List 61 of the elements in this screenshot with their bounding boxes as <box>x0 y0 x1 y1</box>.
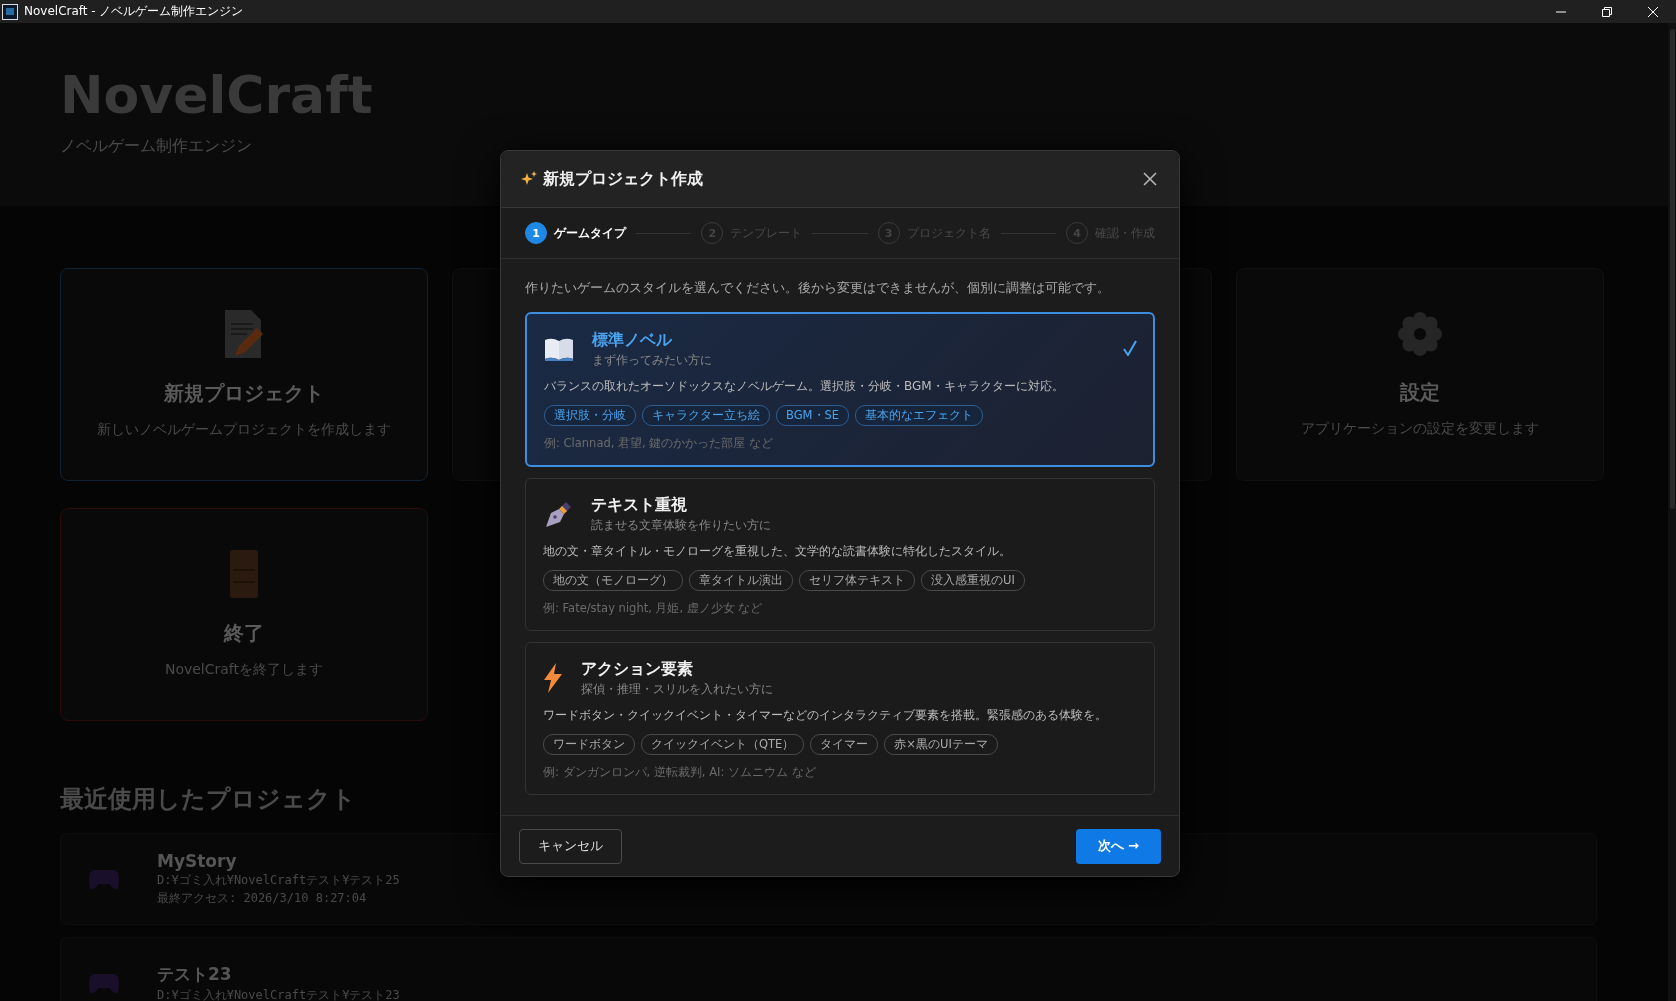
app-subtitle: ノベルゲーム制作エンジン <box>60 136 253 158</box>
examples-text: 例: Fate/stay night, 月姫, 虚ノ少女 など <box>543 601 764 616</box>
type-title: アクション要素 <box>581 659 694 680</box>
card-description: NovelCraftを終了します <box>164 661 324 679</box>
project-name: テスト23 <box>157 962 233 986</box>
feature-tag: セリフ体テキスト <box>799 570 915 591</box>
card-description: 新しいノベルゲームプロジェクトを作成します <box>97 421 391 439</box>
type-description: 地の文・章タイトル・モノローグを重視した、文学的な読書体験に特化したスタイル。 <box>543 543 1012 560</box>
feature-tag: ワードボタン <box>543 734 635 755</box>
card-title: 終了 <box>224 620 264 647</box>
scrollbar-thumb[interactable] <box>1669 29 1675 509</box>
section-heading: 最近使用したプロジェクト <box>60 784 356 815</box>
feature-tag: 地の文（モノローグ） <box>543 570 683 591</box>
type-title: テキスト重視 <box>591 495 688 516</box>
document-pencil-icon <box>223 310 265 358</box>
game-type-card[interactable]: テキスト重視 読ませる文章体験を作りたい方に 地の文・章タイトル・モノローグを重視した、文学的な読書体験に特化したスタイル。 地の文（モノローグ） 章タイトル演出 セリフ体テキスト 没入感重視のUI 例: Fate/stay night, 月姫, 虚ノ少女 など <box>525 478 1155 631</box>
feature-tag: 赤×黒のUIテーマ <box>884 734 998 755</box>
feature-tag: 選択肢・分岐 <box>544 405 636 426</box>
card-title: 設定 <box>1400 379 1440 406</box>
gamepad-icon <box>89 868 119 890</box>
examples-text: 例: ダンガンロンパ, 逆転裁判, AI: ソムニウム など <box>543 765 817 780</box>
feature-tag: 没入感重視のUI <box>921 570 1025 591</box>
sparkles-icon <box>521 171 537 187</box>
feature-tag: 章タイトル演出 <box>689 570 793 591</box>
feature-tag: クイックイベント（QTE） <box>641 734 805 755</box>
last-access: 最終アクセス: 2026/3/10 8:27:04 <box>157 890 368 907</box>
game-type-card[interactable]: アクション要素 探偵・推理・スリルを入れたい方に ワードボタン・クイックイベント・タイマーなどのインタラクティブ要素を搭載。緊張感のある体験を。 ワードボタン クイックイベント（QTE） タイマー 赤×黒のUIテーマ 例: ダンガンロンパ, 逆転裁判, AI: ソムニウム など <box>525 642 1155 795</box>
app-icon <box>2 3 18 20</box>
gamepad-icon <box>89 972 119 994</box>
step-label: ゲームタイプ <box>554 224 626 242</box>
next-button[interactable]: 次へ → <box>1075 828 1161 864</box>
card-title: 新規プロジェクト <box>164 380 324 407</box>
pen-nib-icon <box>543 499 573 529</box>
book-icon <box>544 337 574 361</box>
window-title: NovelCraft - ノベルゲーム制作エンジン <box>24 3 245 20</box>
home-card[interactable]: 終了 NovelCraftを終了します <box>60 508 428 721</box>
close-icon <box>1143 172 1157 186</box>
type-subtitle: 探偵・推理・スリルを入れたい方に <box>581 682 773 697</box>
dialog-title: 新規プロジェクト作成 <box>543 168 704 190</box>
type-description: バランスの取れたオーソドックスなノベルゲーム。選択肢・分岐・BGM・キャラクターに対応。 <box>544 378 1065 395</box>
type-subtitle: 読ませる文章体験を作りたい方に <box>591 518 771 533</box>
gear-icon <box>1397 311 1443 357</box>
feature-tag: 基本的なエフェクト <box>855 405 984 426</box>
type-title: 標準ノベル <box>592 330 673 351</box>
home-card[interactable]: 新規プロジェクト 新しいノベルゲームプロジェクトを作成します <box>60 268 428 481</box>
lightning-icon <box>543 663 563 693</box>
cancel-button[interactable]: キャンセル <box>519 828 622 864</box>
feature-tag: キャラクター立ち絵 <box>642 405 770 426</box>
feature-tag: タイマー <box>810 734 879 755</box>
close-icon <box>1648 6 1658 17</box>
project-name: MyStory <box>157 851 238 871</box>
checkmark-icon <box>1123 340 1137 356</box>
step-number: 1 <box>525 222 547 244</box>
type-subtitle: まず作ってみたい方に <box>592 353 712 368</box>
type-description: ワードボタン・クイックイベント・タイマーなどのインタラクティブ要素を搭載。緊張感のある体験を。 <box>543 707 1108 724</box>
restore-icon <box>1602 6 1612 17</box>
door-icon <box>230 550 258 598</box>
examples-text: 例: Clannad, 君望, 鍵のかかった部屋 など <box>544 436 774 451</box>
instruction-text: 作りたいゲームのスタイルを選んでください。後から変更はできませんが、個別に調整は可能です。 <box>525 279 1111 297</box>
game-type-card[interactable]: 標準ノベル まず作ってみたい方に バランスの取れたオーソドックスなノベルゲーム。選択肢・分岐・BGM・キャラクターに対応。 選択肢・分岐 キャラクター立ち絵 BGM・SE 基本的なエフェクト 例: Clannad, 君望, 鍵のかかった部屋 など <box>525 312 1155 467</box>
feature-tag: BGM・SE <box>776 405 850 426</box>
